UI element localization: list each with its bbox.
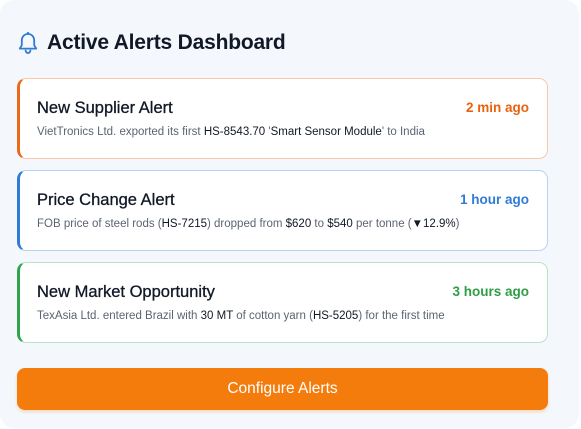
alert-timestamp: 3 hours ago: [452, 284, 529, 299]
page-title: Active Alerts Dashboard: [47, 31, 286, 54]
alert-title: New Supplier Alert: [37, 99, 173, 117]
product-name: Smart Sensor Module: [270, 126, 382, 138]
price-change-percent: ▼12.9%: [411, 218, 456, 230]
alert-card-market-opportunity[interactable]: New Market Opportunity 3 hours ago TexAs…: [17, 262, 548, 343]
quantity: 30 MT: [200, 310, 234, 322]
dashboard-header: Active Alerts Dashboard: [17, 31, 286, 55]
alert-card-price-change[interactable]: Price Change Alert 1 hour ago FOB price …: [17, 170, 548, 251]
old-price: $620: [285, 218, 312, 230]
alert-description: FOB price of steel rods (HS-7215) droppe…: [37, 218, 460, 230]
configure-alerts-button[interactable]: Configure Alerts: [17, 368, 548, 410]
hs-code: HS-7215: [161, 218, 208, 230]
hs-code: HS-5205: [312, 310, 359, 322]
new-price: $540: [327, 218, 353, 230]
alert-title: Price Change Alert: [37, 191, 175, 209]
alert-card-new-supplier[interactable]: New Supplier Alert 2 min ago VietTronics…: [17, 78, 548, 159]
alert-title: New Market Opportunity: [37, 283, 215, 301]
alert-description: TexAsia Ltd. entered Brazil with 30 MT o…: [37, 310, 445, 322]
hs-code: HS-8543.70: [203, 126, 266, 138]
bell-icon: [18, 32, 38, 54]
alert-description: VietTronics Ltd. exported its first HS-8…: [37, 126, 425, 138]
alert-timestamp: 1 hour ago: [459, 192, 529, 207]
alerts-dashboard-panel: Active Alerts Dashboard New Supplier Ale…: [0, 0, 579, 428]
alert-timestamp: 2 min ago: [465, 100, 529, 115]
